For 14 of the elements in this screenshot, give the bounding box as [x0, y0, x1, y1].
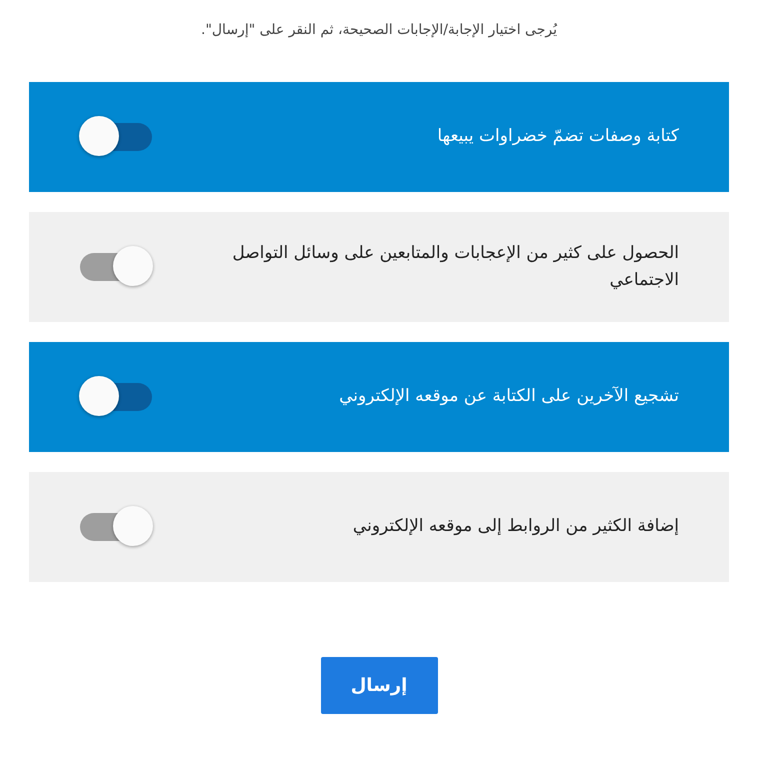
instruction-text: يُرجى اختيار الإجابة/الإجابات الصحيحة، ثم النقر على "إرسال".: [201, 22, 557, 38]
submit-button[interactable]: إرسال: [320, 657, 438, 714]
option-label: تشجيع الآخرين على الكتابة عن موقعه الإلكتروني: [339, 385, 679, 408]
option-card[interactable]: تشجيع الآخرين على الكتابة عن موقعه الإلكتروني: [29, 342, 729, 452]
toggle-switch[interactable]: [79, 376, 153, 418]
option-card[interactable]: إضافة الكثير من الروابط إلى موقعه الإلكتروني: [29, 472, 729, 582]
option-label: كتابة وصفات تضمّ خضراوات يبيعها: [437, 125, 679, 148]
option-label: الحصول على كثير من الإعجابات والمتابعين على وسائل التواصل الاجتماعي: [231, 242, 679, 292]
option-card[interactable]: كتابة وصفات تضمّ خضراوات يبيعها: [29, 82, 729, 192]
option-card[interactable]: الحصول على كثير من الإعجابات والمتابعين على وسائل التواصل الاجتماعي: [29, 212, 729, 322]
option-label: إضافة الكثير من الروابط إلى موقعه الإلكتروني: [352, 515, 679, 538]
toggle-switch[interactable]: [79, 506, 153, 548]
toggle-switch[interactable]: [79, 246, 153, 288]
toggle-switch[interactable]: [79, 116, 153, 158]
